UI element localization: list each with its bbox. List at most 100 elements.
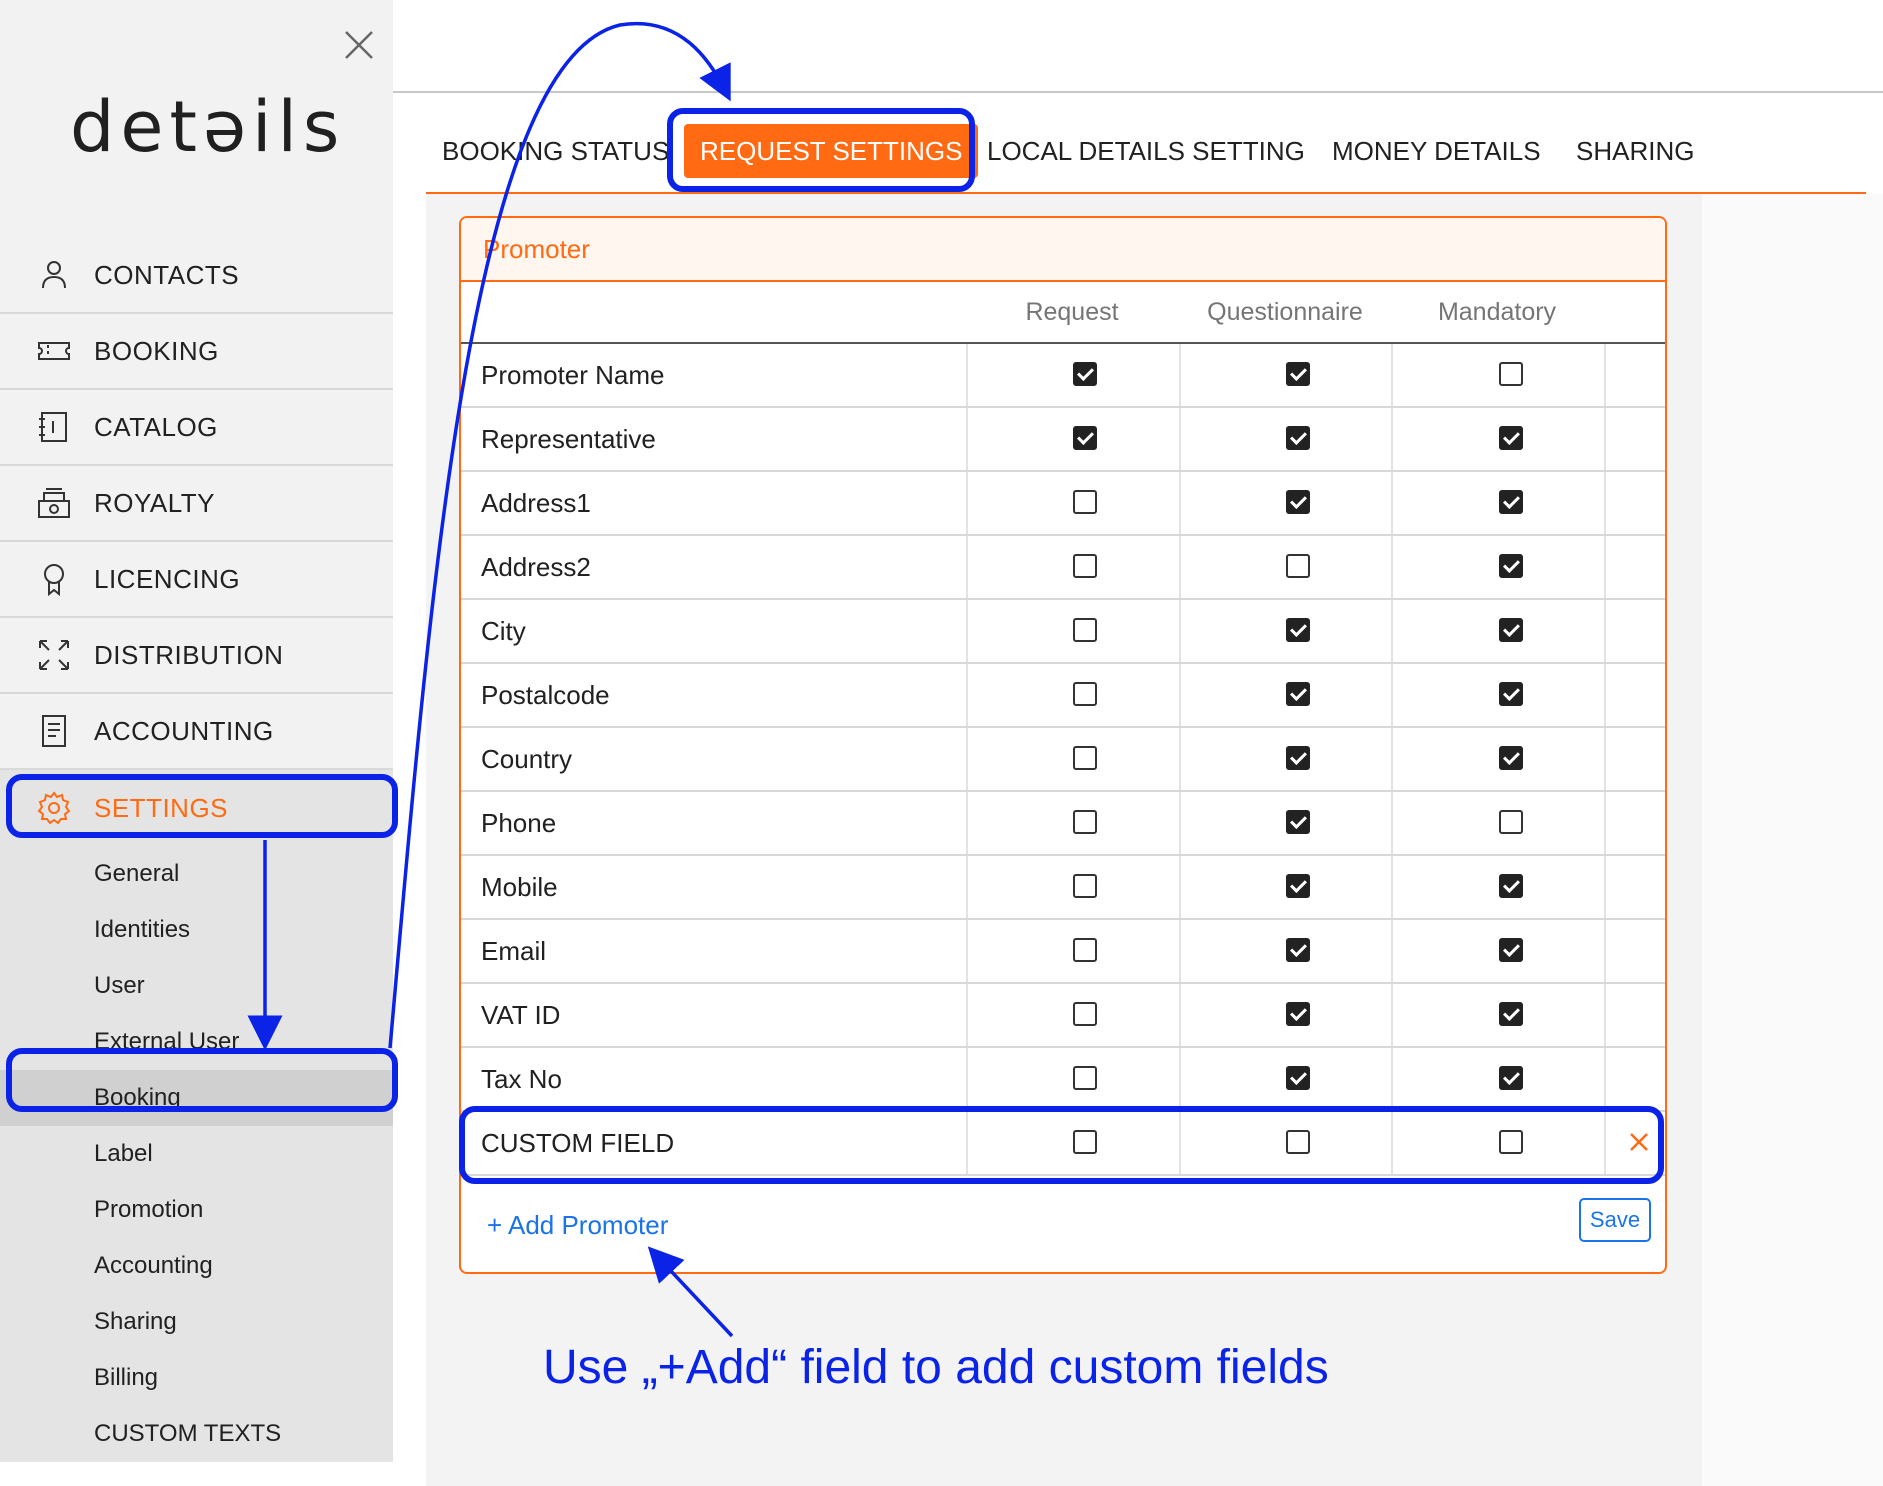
request-checkbox[interactable] <box>1073 490 1097 514</box>
settings-sub-custom-texts[interactable]: CUSTOM TEXTS <box>0 1406 393 1462</box>
nav-item-accounting[interactable]: ACCOUNTING <box>0 694 393 770</box>
column-header-request: Request <box>1025 297 1119 326</box>
mandatory-checkbox[interactable] <box>1499 810 1523 834</box>
questionnaire-checkbox[interactable] <box>1286 1002 1310 1026</box>
field-name: VAT ID <box>481 999 561 1030</box>
mandatory-checkbox[interactable] <box>1499 426 1523 450</box>
questionnaire-checkbox[interactable] <box>1286 362 1310 386</box>
column-divider <box>1391 1112 1393 1174</box>
request-checkbox[interactable] <box>1073 874 1097 898</box>
promoter-fields-table: Promoter Name Representative Address1 Addre… <box>461 344 1665 1176</box>
settings-sub-accounting[interactable]: Accounting <box>0 1238 393 1294</box>
mandatory-checkbox[interactable] <box>1499 1002 1523 1026</box>
nav-item-contacts[interactable]: CONTACTS <box>0 238 393 314</box>
questionnaire-checkbox[interactable] <box>1286 1130 1310 1154</box>
settings-sub-user[interactable]: User <box>0 958 393 1014</box>
request-checkbox[interactable] <box>1073 746 1097 770</box>
award-icon <box>44 564 64 597</box>
mandatory-checkbox[interactable] <box>1499 1130 1523 1154</box>
cash-register-icon <box>38 488 70 518</box>
column-divider <box>1179 984 1181 1046</box>
tab-money-details[interactable]: MONEY DETAILS <box>1332 110 1541 192</box>
questionnaire-checkbox[interactable] <box>1286 938 1310 962</box>
request-checkbox[interactable] <box>1073 938 1097 962</box>
mandatory-checkbox[interactable] <box>1499 746 1523 770</box>
questionnaire-checkbox[interactable] <box>1286 426 1310 450</box>
mandatory-checkbox[interactable] <box>1499 682 1523 706</box>
settings-sub-identities[interactable]: Identities <box>0 902 393 958</box>
column-header-questionnaire: Questionnaire <box>1207 297 1363 326</box>
questionnaire-checkbox[interactable] <box>1286 810 1310 834</box>
column-divider <box>1179 408 1181 470</box>
nav-label: CONTACTS <box>94 259 240 290</box>
column-divider <box>1604 600 1606 662</box>
mandatory-checkbox[interactable] <box>1499 938 1523 962</box>
request-checkbox[interactable] <box>1073 1130 1097 1154</box>
questionnaire-checkbox[interactable] <box>1286 618 1310 642</box>
column-divider <box>1604 472 1606 534</box>
tab-sharing[interactable]: SHARING <box>1576 110 1694 192</box>
request-checkbox[interactable] <box>1073 1002 1097 1026</box>
column-divider <box>1604 728 1606 790</box>
table-row: Address1 <box>461 472 1665 536</box>
remove-field-icon[interactable] <box>1625 1128 1653 1156</box>
request-checkbox[interactable] <box>1073 682 1097 706</box>
column-divider <box>1604 664 1606 726</box>
column-divider <box>1604 408 1606 470</box>
column-divider <box>1179 344 1181 406</box>
nav-item-booking[interactable]: BOOKING <box>0 314 393 390</box>
settings-sub-sharing[interactable]: Sharing <box>0 1294 393 1350</box>
mandatory-checkbox[interactable] <box>1499 362 1523 386</box>
table-row: Email <box>461 920 1665 984</box>
questionnaire-checkbox[interactable] <box>1286 1066 1310 1090</box>
nav-item-royalty[interactable]: ROYALTY <box>0 466 393 542</box>
table-header: Request Questionnaire Mandatory <box>461 282 1665 344</box>
request-checkbox[interactable] <box>1073 810 1097 834</box>
questionnaire-checkbox[interactable] <box>1286 746 1310 770</box>
tab-booking-status[interactable]: BOOKING STATUS <box>442 110 669 192</box>
nav-item-catalog[interactable]: CATALOG <box>0 390 393 466</box>
mandatory-checkbox[interactable] <box>1499 874 1523 898</box>
request-checkbox[interactable] <box>1073 1066 1097 1090</box>
settings-sub-promotion[interactable]: Promotion <box>0 1182 393 1238</box>
column-divider <box>1604 920 1606 982</box>
settings-sub-billing[interactable]: Billing <box>0 1350 393 1406</box>
column-divider <box>1179 920 1181 982</box>
column-divider <box>966 856 968 918</box>
settings-sub-external-user[interactable]: External User <box>0 1014 393 1070</box>
settings-sub-label[interactable]: Label <box>0 1126 393 1182</box>
annotation-caption: Use „+Add“ field to add custom fields <box>543 1341 1329 1394</box>
settings-sub-general[interactable]: General <box>0 846 393 902</box>
table-row: CUSTOM FIELD <box>461 1112 1665 1176</box>
request-checkbox[interactable] <box>1073 362 1097 386</box>
mandatory-checkbox[interactable] <box>1499 490 1523 514</box>
save-button[interactable]: Save <box>1579 1198 1651 1242</box>
column-divider <box>1604 792 1606 854</box>
tab-request-settings[interactable]: REQUEST SETTINGS <box>684 124 979 178</box>
field-name: Promoter Name <box>481 359 665 390</box>
request-checkbox[interactable] <box>1073 618 1097 642</box>
mandatory-checkbox[interactable] <box>1499 554 1523 578</box>
column-header-mandatory: Mandatory <box>1437 297 1557 326</box>
column-divider <box>966 344 968 406</box>
tab-local-details-setting[interactable]: LOCAL DETAILS SETTING <box>987 110 1305 192</box>
request-checkbox[interactable] <box>1073 426 1097 450</box>
nav-item-distribution[interactable]: DISTRIBUTION <box>0 618 393 694</box>
mandatory-checkbox[interactable] <box>1499 1066 1523 1090</box>
column-divider <box>1179 664 1181 726</box>
questionnaire-checkbox[interactable] <box>1286 682 1310 706</box>
nav-label: BOOKING <box>94 335 219 366</box>
settings-submenu: General Identities User External User Bo… <box>0 846 393 1462</box>
add-promoter-link[interactable]: + Add Promoter <box>487 1210 668 1241</box>
table-row: Mobile <box>461 856 1665 920</box>
request-checkbox[interactable] <box>1073 554 1097 578</box>
questionnaire-checkbox[interactable] <box>1286 554 1310 578</box>
questionnaire-checkbox[interactable] <box>1286 874 1310 898</box>
questionnaire-checkbox[interactable] <box>1286 490 1310 514</box>
nav-item-settings[interactable]: SETTINGS <box>0 770 393 846</box>
mandatory-checkbox[interactable] <box>1499 618 1523 642</box>
close-icon[interactable] <box>342 28 376 62</box>
right-panel <box>1702 194 1883 1486</box>
nav-item-licencing[interactable]: LICENCING <box>0 542 393 618</box>
settings-sub-booking[interactable]: Booking <box>0 1070 393 1126</box>
